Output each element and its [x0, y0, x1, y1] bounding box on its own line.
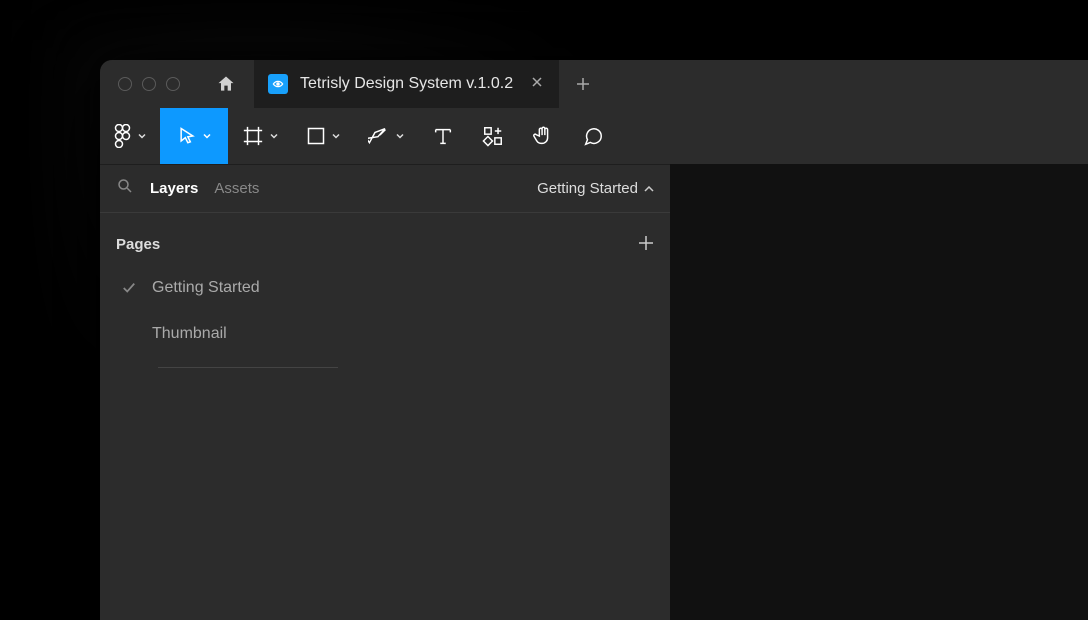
frame-tool[interactable]	[228, 108, 292, 164]
rectangle-icon	[306, 126, 326, 146]
close-window-button[interactable]	[118, 77, 132, 91]
add-page-button[interactable]	[638, 231, 654, 257]
file-tab-title: Tetrisly Design System v.1.0.2	[300, 75, 513, 93]
page-item-thumbnail[interactable]: Thumbnail	[100, 311, 670, 357]
text-icon	[432, 125, 454, 147]
left-panel: Layers Assets Getting Started Pages Gett…	[100, 164, 670, 620]
frame-icon	[242, 125, 264, 147]
hand-icon	[532, 125, 554, 147]
chevron-down-icon	[332, 132, 340, 140]
resources-tool[interactable]	[468, 108, 518, 164]
assets-tab[interactable]: Assets	[214, 180, 259, 197]
figma-logo-icon	[114, 124, 132, 148]
main-menu-button[interactable]	[100, 108, 160, 164]
figma-file-icon	[268, 74, 288, 94]
window-controls	[100, 77, 198, 91]
zoom-window-button[interactable]	[166, 77, 180, 91]
cursor-icon	[177, 126, 197, 146]
chevron-down-icon	[270, 132, 278, 140]
toolbar	[100, 108, 1088, 164]
canvas[interactable]	[670, 164, 1088, 620]
layers-tab[interactable]: Layers	[150, 180, 198, 197]
pen-tool[interactable]	[354, 108, 418, 164]
chevron-up-icon	[644, 186, 654, 192]
page-divider	[158, 367, 338, 368]
search-icon	[116, 177, 134, 195]
home-tab[interactable]	[198, 60, 254, 108]
page-item-getting-started[interactable]: Getting Started	[100, 265, 670, 311]
move-tool[interactable]	[160, 108, 228, 164]
check-icon	[120, 281, 138, 295]
chevron-down-icon	[396, 132, 404, 140]
file-tab[interactable]: Tetrisly Design System v.1.0.2	[254, 60, 559, 108]
page-name: Thumbnail	[152, 325, 227, 343]
pages-label: Pages	[116, 236, 160, 253]
comment-tool[interactable]	[568, 108, 618, 164]
close-tab-button[interactable]	[531, 75, 543, 93]
pen-icon	[368, 125, 390, 147]
shape-tool[interactable]	[292, 108, 354, 164]
plus-icon	[575, 76, 591, 92]
page-name: Getting Started	[152, 279, 260, 297]
chevron-down-icon	[138, 132, 146, 140]
chevron-down-icon	[203, 132, 211, 140]
comment-icon	[582, 125, 604, 147]
plus-icon	[638, 235, 654, 251]
minimize-window-button[interactable]	[142, 77, 156, 91]
page-selector[interactable]: Getting Started	[537, 180, 654, 197]
title-bar: Tetrisly Design System v.1.0.2	[100, 60, 1088, 108]
hand-tool[interactable]	[518, 108, 568, 164]
app-window: Tetrisly Design System v.1.0.2	[100, 60, 1088, 620]
panel-header: Layers Assets Getting Started	[100, 165, 670, 213]
resources-icon	[482, 125, 504, 147]
new-tab-button[interactable]	[559, 60, 607, 108]
search-button[interactable]	[116, 177, 134, 200]
home-icon	[216, 74, 236, 94]
page-selector-label: Getting Started	[537, 180, 638, 197]
close-icon	[531, 76, 543, 88]
pages-section-header: Pages	[100, 213, 670, 265]
text-tool[interactable]	[418, 108, 468, 164]
